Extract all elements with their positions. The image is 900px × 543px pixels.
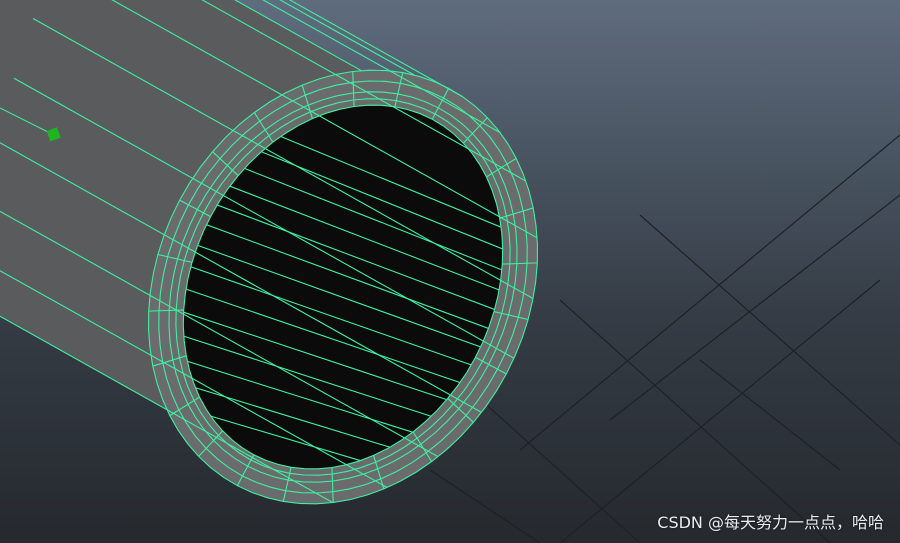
3d-viewport[interactable]: CSDN @每天努力一点点，哈哈 [0, 0, 900, 543]
cylinder-mesh[interactable] [0, 0, 565, 525]
scene-canvas[interactable] [0, 0, 900, 543]
watermark-label: CSDN @每天努力一点点，哈哈 [657, 513, 884, 532]
